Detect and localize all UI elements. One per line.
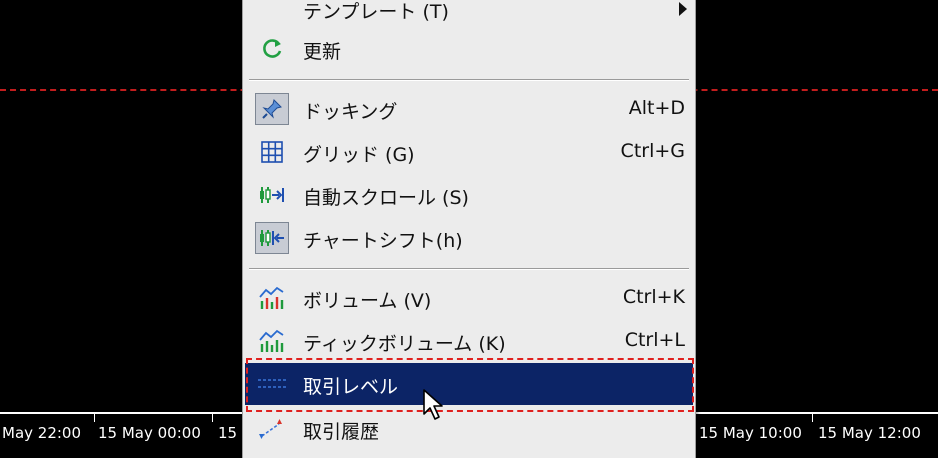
trade-history-icon [255, 413, 289, 445]
time-label: 15 May 00:00 [98, 424, 201, 442]
time-tick [212, 414, 213, 422]
menu-item-tickvolume[interactable]: ティックボリューム (K) Ctrl+L [245, 320, 693, 362]
menu-item-template[interactable]: テンプレート (T) [245, 0, 693, 30]
tick-volume-icon [255, 325, 289, 357]
menu-separator [249, 79, 689, 81]
refresh-icon [255, 33, 289, 65]
time-label: 15 May 12:00 [818, 424, 921, 442]
time-label: May 22:00 [2, 424, 82, 442]
time-label: 15 May 10:00 [699, 424, 802, 442]
menu-item-label: ボリューム (V) [303, 290, 432, 312]
grid-icon [255, 136, 289, 168]
trade-levels-icon [255, 368, 289, 400]
menu-item-label: 更新 [303, 41, 342, 63]
time-tick [94, 414, 95, 422]
menu-item-autoscroll[interactable]: 自動スクロール (S) [245, 174, 693, 216]
menu-item-refresh[interactable]: 更新 [245, 28, 693, 70]
menu-item-grid[interactable]: グリッド (G) Ctrl+G [245, 131, 693, 173]
menu-item-label: チャートシフト(h) [303, 230, 463, 252]
chart-context-menu: テンプレート (T) 更新 ドッキング Alt+D グリッド (G) Ctrl+… [242, 0, 696, 458]
menu-item-label: テンプレート (T) [303, 1, 449, 23]
menu-item-tradehistory[interactable]: 取引履歴 [245, 408, 693, 450]
menu-item-label: ティックボリューム (K) [303, 333, 506, 355]
menu-item-shortcut: Alt+D [628, 97, 685, 119]
menu-item-shortcut: Ctrl+G [620, 140, 685, 162]
time-tick [812, 414, 813, 422]
menu-item-shortcut: Ctrl+K [622, 286, 685, 308]
pin-icon [255, 93, 289, 125]
mouse-pointer-icon [422, 388, 446, 426]
menu-item-chartshift[interactable]: チャートシフト(h) [245, 217, 693, 259]
menu-item-volume[interactable]: ボリューム (V) Ctrl+K [245, 277, 693, 319]
menu-item-label: ドッキング [303, 101, 398, 123]
chart-shift-icon [255, 222, 289, 254]
submenu-arrow-icon [679, 2, 687, 16]
time-label: 15 [218, 424, 238, 442]
menu-item-label: 取引レベル [303, 376, 399, 398]
menu-item-label: 自動スクロール (S) [303, 187, 469, 209]
menu-item-docking[interactable]: ドッキング Alt+D [245, 88, 693, 130]
menu-item-label: 取引履歴 [303, 421, 380, 443]
menu-item-label: グリッド (G) [303, 144, 415, 166]
volume-icon [255, 282, 289, 314]
menu-item-tradelevels[interactable]: 取引レベル [245, 363, 693, 405]
menu-separator [249, 268, 689, 270]
autoscroll-icon [255, 179, 289, 211]
menu-item-shortcut: Ctrl+L [624, 329, 685, 351]
